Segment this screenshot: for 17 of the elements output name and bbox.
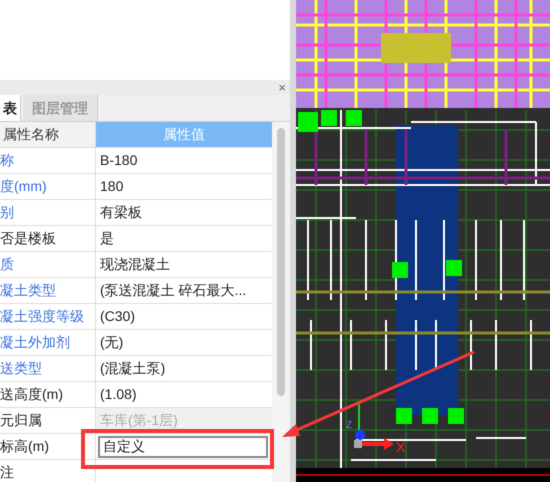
column-header: 属性值 (96, 122, 272, 148)
close-button[interactable]: × (278, 81, 286, 94)
panel-tab[interactable]: 表 (0, 95, 21, 121)
property-value[interactable]: B-180 (96, 150, 138, 171)
property-value[interactable]: (C30) (96, 306, 136, 327)
property-value[interactable]: (无) (96, 332, 124, 353)
property-value[interactable]: (泵送混凝土 碎石最大... (96, 280, 246, 301)
column-header: 属性名称 (0, 122, 96, 148)
property-value[interactable]: 现浇混凝土 (96, 254, 170, 275)
property-value[interactable]: (1.08) (96, 384, 137, 405)
property-value[interactable]: 180 (96, 176, 124, 197)
scrollbar-thumb[interactable] (277, 128, 285, 396)
property-value[interactable]: (混凝土泵) (96, 358, 166, 379)
axis-gizmo: Z X (346, 404, 406, 455)
property-value[interactable]: 是 (96, 228, 114, 249)
property-value[interactable]: 有梁板 (96, 202, 142, 223)
property-input[interactable]: 自定义 (98, 436, 268, 458)
